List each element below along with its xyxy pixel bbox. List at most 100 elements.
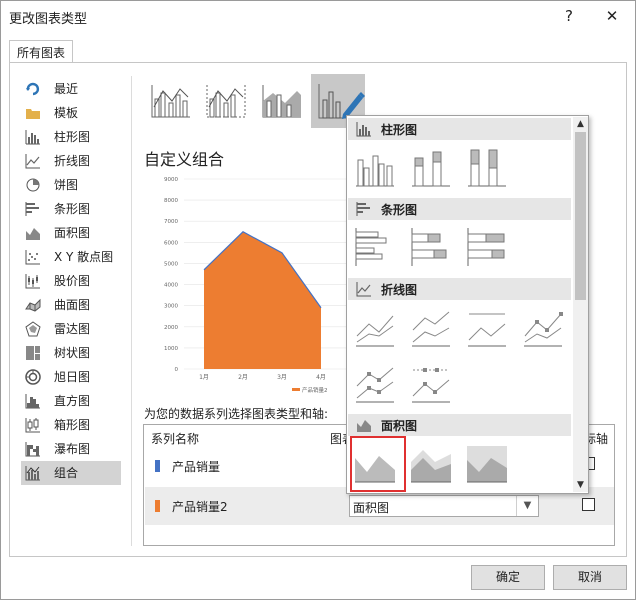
y-tick-label: 4000 [164, 283, 178, 289]
nav-item-templates[interactable]: 模板 [21, 101, 121, 125]
close-button[interactable]: ✕ [598, 5, 626, 27]
bar-chart-icon [25, 202, 39, 216]
preview-chart: 0 1000 2000 3000 4000 5000 6000 7000 8000 9000 1月 2… [144, 171, 354, 401]
nav-item-sunburst[interactable]: 旭日图 [21, 365, 121, 389]
series-color-swatch [155, 460, 160, 472]
legend-swatch [292, 388, 300, 391]
gallery-line-markers[interactable] [521, 306, 565, 348]
surface-chart-icon [25, 298, 41, 312]
nav-item-stock[interactable]: 股价图 [21, 269, 121, 293]
nav-item-radar[interactable]: 雷达图 [21, 317, 121, 341]
gallery-stacked-line[interactable] [409, 306, 453, 348]
chart-category-list: 最近 模板 柱形图 折线图 饼图 条形图 面积图 X Y 散点图 股价图 曲面图… [21, 77, 121, 485]
area-chart-icon [26, 228, 40, 240]
gallery-100-stacked-area[interactable] [465, 442, 509, 484]
preview-title: 自定义组合 [144, 150, 225, 169]
x-tick-label: 1月 [199, 374, 209, 381]
help-button[interactable]: ? [555, 5, 583, 27]
combo-subtype-3[interactable] [257, 77, 305, 125]
sunburst-chart-icon [25, 369, 41, 385]
column-header-series-name: 系列名称 [151, 432, 200, 446]
cancel-button[interactable]: 取消 [553, 565, 627, 590]
nav-item-recent[interactable]: 最近 [21, 77, 121, 101]
stock-chart-icon [25, 274, 40, 289]
pie-chart-icon [26, 178, 40, 192]
histogram-chart-icon [25, 394, 40, 409]
y-tick-label: 0 [175, 367, 179, 373]
gallery-stacked-area[interactable] [409, 442, 453, 484]
y-tick-label: 9000 [164, 177, 178, 183]
selected-chart-highlight [350, 436, 406, 492]
gallery-stacked-bar[interactable] [409, 226, 453, 268]
nav-item-combo[interactable]: 组合 [21, 461, 121, 485]
gallery-100-stacked-bar[interactable] [465, 226, 509, 268]
series-name: 产品销量2 [172, 500, 228, 514]
nav-item-surface[interactable]: 曲面图 [21, 293, 121, 317]
y-tick-label: 8000 [164, 198, 178, 204]
y-tick-label: 6000 [164, 240, 178, 246]
nav-item-line[interactable]: 折线图 [21, 149, 121, 173]
y-tick-label: 2000 [164, 325, 178, 331]
ok-button[interactable]: 确定 [471, 565, 545, 590]
chevron-down-icon[interactable]: ▼ [516, 496, 538, 516]
nav-item-treemap[interactable]: 树状图 [21, 341, 121, 365]
nav-item-scatter[interactable]: X Y 散点图 [21, 245, 121, 269]
treemap-chart-icon [26, 346, 40, 360]
y-tick-label: 7000 [164, 219, 178, 225]
nav-item-histogram[interactable]: 直方图 [21, 389, 121, 413]
scatter-chart-icon [25, 250, 40, 265]
change-chart-type-dialog: 更改图表类型 ? ✕ 所有图表 最近 模板 柱形图 折线图 饼图 条形图 面积图… [0, 0, 636, 600]
dialog-title: 更改图表类型 [9, 12, 88, 27]
series-name: 产品销量 [172, 460, 221, 474]
combo-subtype-1[interactable] [146, 77, 194, 125]
gallery-section-line: 折线图 [348, 278, 571, 300]
gallery-stacked-column[interactable] [409, 146, 453, 188]
scrollbar-thumb[interactable] [575, 132, 586, 300]
gallery-section-area: 面积图 [348, 414, 571, 436]
nav-item-waterfall[interactable]: 瀑布图 [21, 437, 121, 461]
gallery-100-stacked-column[interactable] [465, 146, 509, 188]
x-tick-label: 2月 [238, 374, 248, 381]
gallery-clustered-bar[interactable] [353, 226, 397, 268]
gallery-stacked-line-markers[interactable] [353, 362, 397, 404]
combo-subtype-2[interactable] [201, 77, 249, 125]
gallery-clustered-column[interactable] [353, 146, 397, 188]
scroll-up-icon[interactable]: ▲ [573, 117, 588, 131]
combo-chart-icon [25, 466, 40, 481]
title-bar: 更改图表类型 ? ✕ [1, 1, 635, 31]
column-chart-icon [25, 130, 40, 145]
x-tick-label: 3月 [277, 374, 287, 381]
y-tick-label: 1000 [164, 346, 178, 352]
boxplot-chart-icon [25, 418, 40, 433]
bar-chart-icon [356, 202, 370, 216]
gallery-line[interactable] [353, 306, 397, 348]
column-chart-icon [356, 122, 371, 137]
nav-item-boxplot[interactable]: 箱形图 [21, 413, 121, 437]
chart-type-value: 面积图 [353, 501, 390, 515]
gallery-scrollbar[interactable]: ▲ ▼ [573, 117, 588, 492]
tab-all-charts[interactable]: 所有图表 [9, 40, 74, 62]
preview-chart-svg: 0 1000 2000 3000 4000 5000 6000 7000 8000 9000 1月 2… [164, 177, 349, 394]
chart-type-dropdown[interactable]: 面积图 ▼ [349, 495, 539, 517]
waterfall-chart-icon [25, 442, 40, 457]
nav-item-column[interactable]: 柱形图 [21, 125, 121, 149]
y-tick-label: 5000 [164, 261, 178, 267]
radar-chart-icon [25, 321, 41, 337]
gallery-100-stacked-line-markers[interactable] [409, 362, 453, 404]
recent-icon [26, 82, 40, 96]
y-tick-label: 3000 [164, 304, 178, 310]
gallery-100-stacked-line[interactable] [465, 306, 509, 348]
scroll-down-icon[interactable]: ▼ [573, 478, 588, 492]
nav-item-pie[interactable]: 饼图 [21, 173, 121, 197]
line-chart-icon [356, 282, 371, 297]
nav-divider [131, 76, 132, 546]
chart-type-gallery: 柱形图 条形图 折线图 面积图 ▲ ▼ [346, 115, 589, 494]
legend-label: 产品销量2 [302, 386, 328, 394]
secondary-axis-checkbox[interactable] [582, 498, 595, 511]
column-line-secondary-icon [206, 85, 246, 118]
gallery-section-bar: 条形图 [348, 198, 571, 220]
nav-item-area[interactable]: 面积图 [21, 221, 121, 245]
nav-item-bar[interactable]: 条形图 [21, 197, 121, 221]
series-prompt: 为您的数据系列选择图表类型和轴: [144, 407, 329, 421]
folder-icon [26, 109, 40, 119]
